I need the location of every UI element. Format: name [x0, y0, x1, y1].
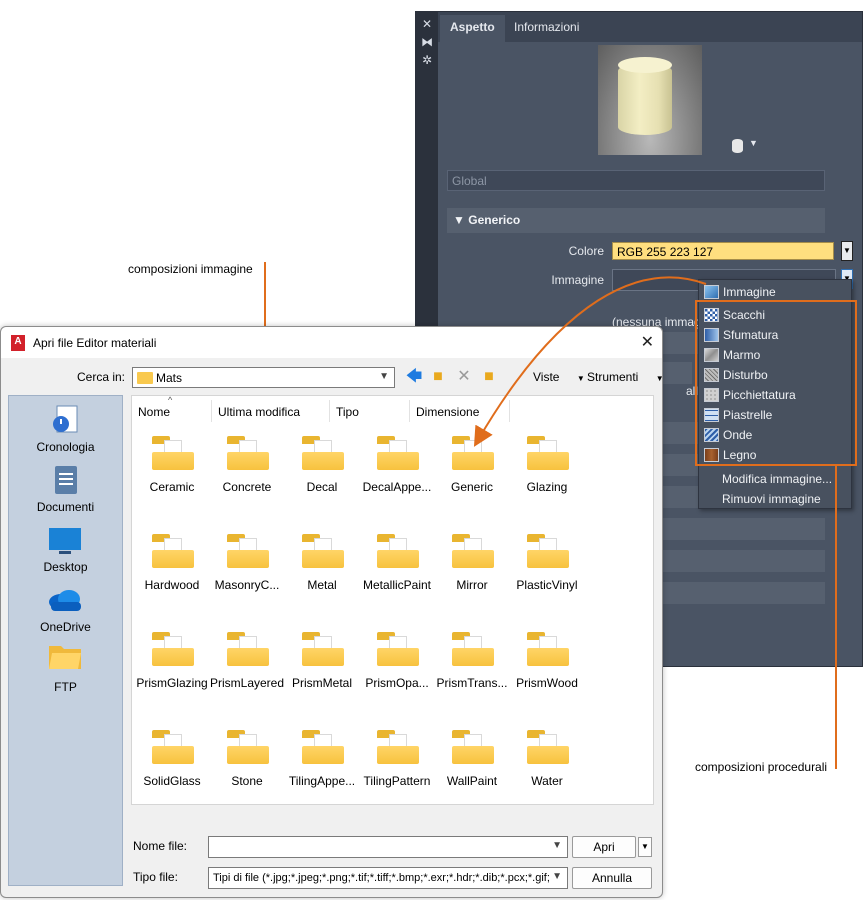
- arrow-path: [473, 276, 707, 447]
- curved-arrow: [473, 276, 707, 447]
